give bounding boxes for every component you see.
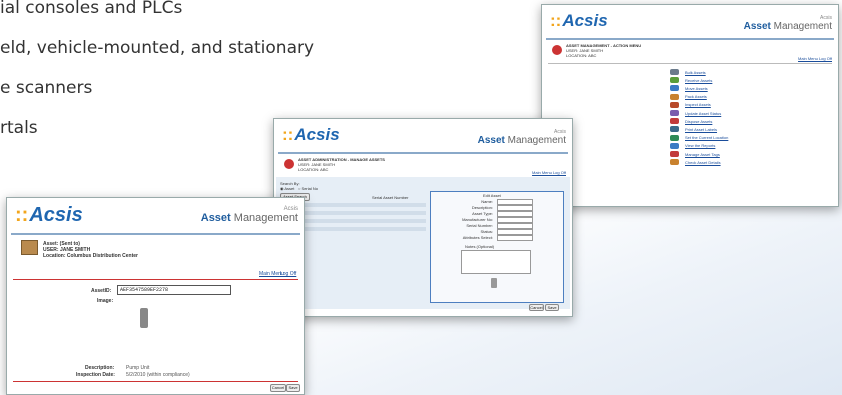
device-image-icon (491, 278, 497, 288)
acsis-logo: ::Acsis (15, 204, 83, 226)
menu-item-label: Receive Assets (685, 77, 713, 83)
product-brand: Acsis Asset Management (200, 206, 298, 224)
scanner-icon (670, 69, 679, 75)
asset-detail-screenshot: ::Acsis Acsis Asset Management Asset: (S… (6, 197, 305, 395)
reports-icon (670, 142, 679, 149)
menu-item[interactable]: Manage Asset Tags (670, 151, 720, 157)
menu-item[interactable]: Update Asset Status (670, 110, 721, 116)
header-divider (546, 38, 834, 40)
description-label: Description: (85, 365, 115, 371)
inspect-icon (670, 101, 679, 108)
update-icon (670, 110, 679, 116)
cancel-button[interactable]: Cancel (529, 304, 544, 311)
menu-header-location: LOCATION: ABC (566, 53, 597, 58)
menu-item-label: Dispose Assets (685, 118, 713, 124)
details-icon (670, 159, 679, 166)
inspection-date-value: 5/2/2010 (within compliance) (126, 372, 190, 378)
move-icon (670, 85, 679, 92)
log-off-link[interactable]: Log Off (280, 271, 296, 277)
acsis-logo: ::Acsis (282, 125, 340, 144)
printer-icon (670, 126, 679, 133)
location-icon (670, 134, 679, 141)
field-label: Asset Type: (472, 211, 493, 216)
asset-icon (552, 45, 562, 55)
receive-icon (670, 77, 679, 84)
divider (548, 63, 832, 64)
bullet-text-4: rtals (0, 118, 38, 138)
search-header-location: LOCATION: ABC (298, 167, 329, 172)
menu-item[interactable]: Bulk Assets (670, 69, 706, 75)
notes-label: Notes (Optional) (465, 244, 495, 249)
menu-item-label: View the Reports (685, 143, 716, 149)
menu-item-label: Move Assets (685, 85, 708, 91)
description-value: Pump Unit (126, 365, 150, 371)
tag-icon (670, 151, 679, 157)
header-divider (11, 233, 300, 235)
header-divider (278, 152, 568, 154)
save-button[interactable]: Save (286, 384, 300, 392)
panel-title: Edit Asset (483, 193, 501, 198)
box-icon (670, 93, 679, 100)
menu-item[interactable]: View the Reports (670, 142, 716, 149)
field-label: Status: (480, 229, 493, 234)
save-button[interactable]: Save (545, 304, 559, 311)
serial-number-label: Serial Asset Number (372, 195, 409, 200)
divider (13, 279, 298, 280)
menu-item[interactable]: Move Assets (670, 85, 708, 92)
field-label: Manufacturer No: (462, 217, 493, 222)
radio-asset[interactable]: ◉ Asset (280, 186, 294, 191)
asset-icon (284, 159, 294, 169)
menu-item-label: Pack Assets (685, 94, 707, 100)
menu-item[interactable]: Check Asset Details (670, 159, 721, 166)
manage-assets-screenshot: ::Acsis Acsis Asset Management ASSET ADM… (273, 118, 573, 317)
product-brand: Acsis Asset Management (743, 15, 832, 32)
menu-item[interactable]: Print Asset Labels (670, 126, 718, 133)
field-label: Serial Number: (466, 223, 493, 228)
divider (13, 381, 298, 382)
bullet-text-3: e scanners (0, 78, 93, 98)
box-icon (21, 240, 38, 255)
menu-item-label: Set the Current Location (685, 135, 729, 141)
menu-item[interactable]: Pack Assets (670, 93, 707, 100)
menu-top-links[interactable]: Main Menu Log Off (798, 56, 832, 61)
action-menu-screenshot: ::Acsis Acsis Asset Management ASSET MAN… (541, 4, 839, 207)
image-label: Image: (97, 298, 114, 304)
menu-item-label: Inspect Assets (685, 102, 711, 108)
detail-header-location: Location: Columbus Distribution Center (43, 253, 138, 259)
menu-item-label: Manage Asset Tags (685, 151, 720, 157)
bullet-text-2: eld, vehicle-mounted, and stationary (0, 38, 315, 58)
dispose-icon (670, 118, 679, 125)
bullet-text-1: ial consoles and PLCs (0, 0, 183, 18)
field-input[interactable] (497, 235, 533, 241)
search-top-links[interactable]: Main Menu Log Off (532, 170, 566, 175)
menu-item[interactable]: Dispose Assets (670, 118, 713, 125)
menu-item[interactable]: Set the Current Location (670, 134, 729, 141)
acsis-logo: ::Acsis (550, 11, 608, 30)
menu-item-label: Print Asset Labels (685, 126, 718, 132)
menu-item-label: Update Asset Status (685, 110, 722, 116)
menu-item-label: Bulk Assets (685, 69, 706, 75)
menu-item[interactable]: Inspect Assets (670, 101, 711, 108)
inspection-date-label: Inspection Date: (76, 372, 115, 378)
menu-item-label: Check Asset Details (685, 159, 721, 165)
product-brand: Acsis Asset Management (477, 129, 566, 146)
menu-item[interactable]: Receive Assets (670, 77, 713, 84)
asset-id-label: AssetID: (91, 288, 112, 294)
pump-image (140, 308, 148, 328)
asset-id-input[interactable]: AEF3547589EF2278 (117, 285, 231, 295)
field-label: Description: (471, 205, 493, 210)
field-label: Attributes Select: (462, 235, 493, 240)
cancel-button[interactable]: Cancel (270, 384, 286, 392)
notes-textarea[interactable] (461, 250, 531, 274)
radio-serial[interactable]: ○ Serial No (298, 186, 318, 191)
field-label: Name: (481, 199, 493, 204)
edit-asset-panel: Edit Asset Name: Description: Asset Type: M… (430, 191, 564, 303)
